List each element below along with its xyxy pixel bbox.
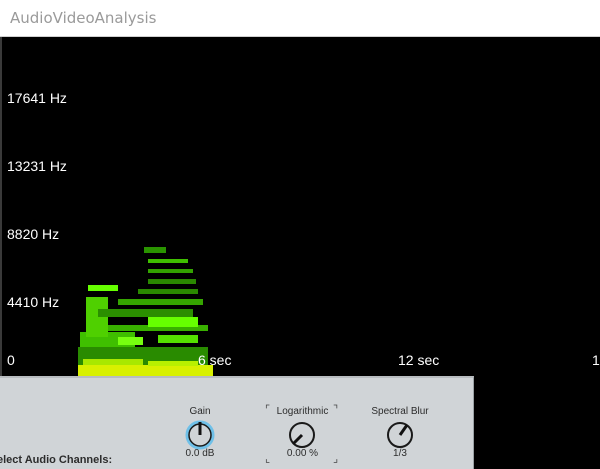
controls-panel: Gain 0.0 dB ⌜ Logarithmic ⌝ ⌞ 0.00 % ⌟ S… [0, 376, 474, 469]
spectral-blur-knob[interactable] [383, 418, 417, 452]
gain-value: 0.0 dB [185, 448, 215, 459]
freq-label-4410: 4410 Hz [7, 294, 60, 310]
window-title: AudioVideoAnalysis [10, 9, 157, 27]
spectral-blur-value: 1/3 [393, 448, 407, 459]
bracket-bottom-right: ⌟ [333, 453, 339, 465]
bracket-top-right: ⌝ [333, 404, 339, 416]
freq-label-17641: 17641 Hz [7, 90, 67, 106]
title-bar: AudioVideoAnalysis [0, 0, 600, 37]
bracket-bottom-left: ⌞ [265, 453, 271, 465]
logarithmic-value: 0.00 % [286, 448, 319, 459]
logarithmic-label: Logarithmic [276, 406, 329, 417]
audio-channels-label: elect Audio Channels: [0, 454, 113, 466]
left-edge [0, 37, 2, 376]
spectral-blur-label: Spectral Blur [371, 406, 429, 417]
freq-label-8820: 8820 Hz [7, 226, 60, 242]
spectrogram-heatmap [78, 247, 213, 377]
time-label-12sec: 12 sec [398, 352, 440, 368]
time-label-6sec: 6 sec [198, 352, 232, 368]
gain-label: Gain [189, 406, 211, 417]
gain-knob[interactable] [183, 418, 217, 452]
logarithmic-knob[interactable] [285, 418, 319, 452]
time-label-18sec-partial: 1 [592, 352, 600, 368]
spectrogram-view[interactable]: 17641 Hz 13231 Hz 8820 Hz 4410 Hz 0 6 se… [0, 37, 600, 377]
freq-label-13231: 13231 Hz [7, 158, 67, 174]
time-label-0: 0 [7, 352, 15, 368]
